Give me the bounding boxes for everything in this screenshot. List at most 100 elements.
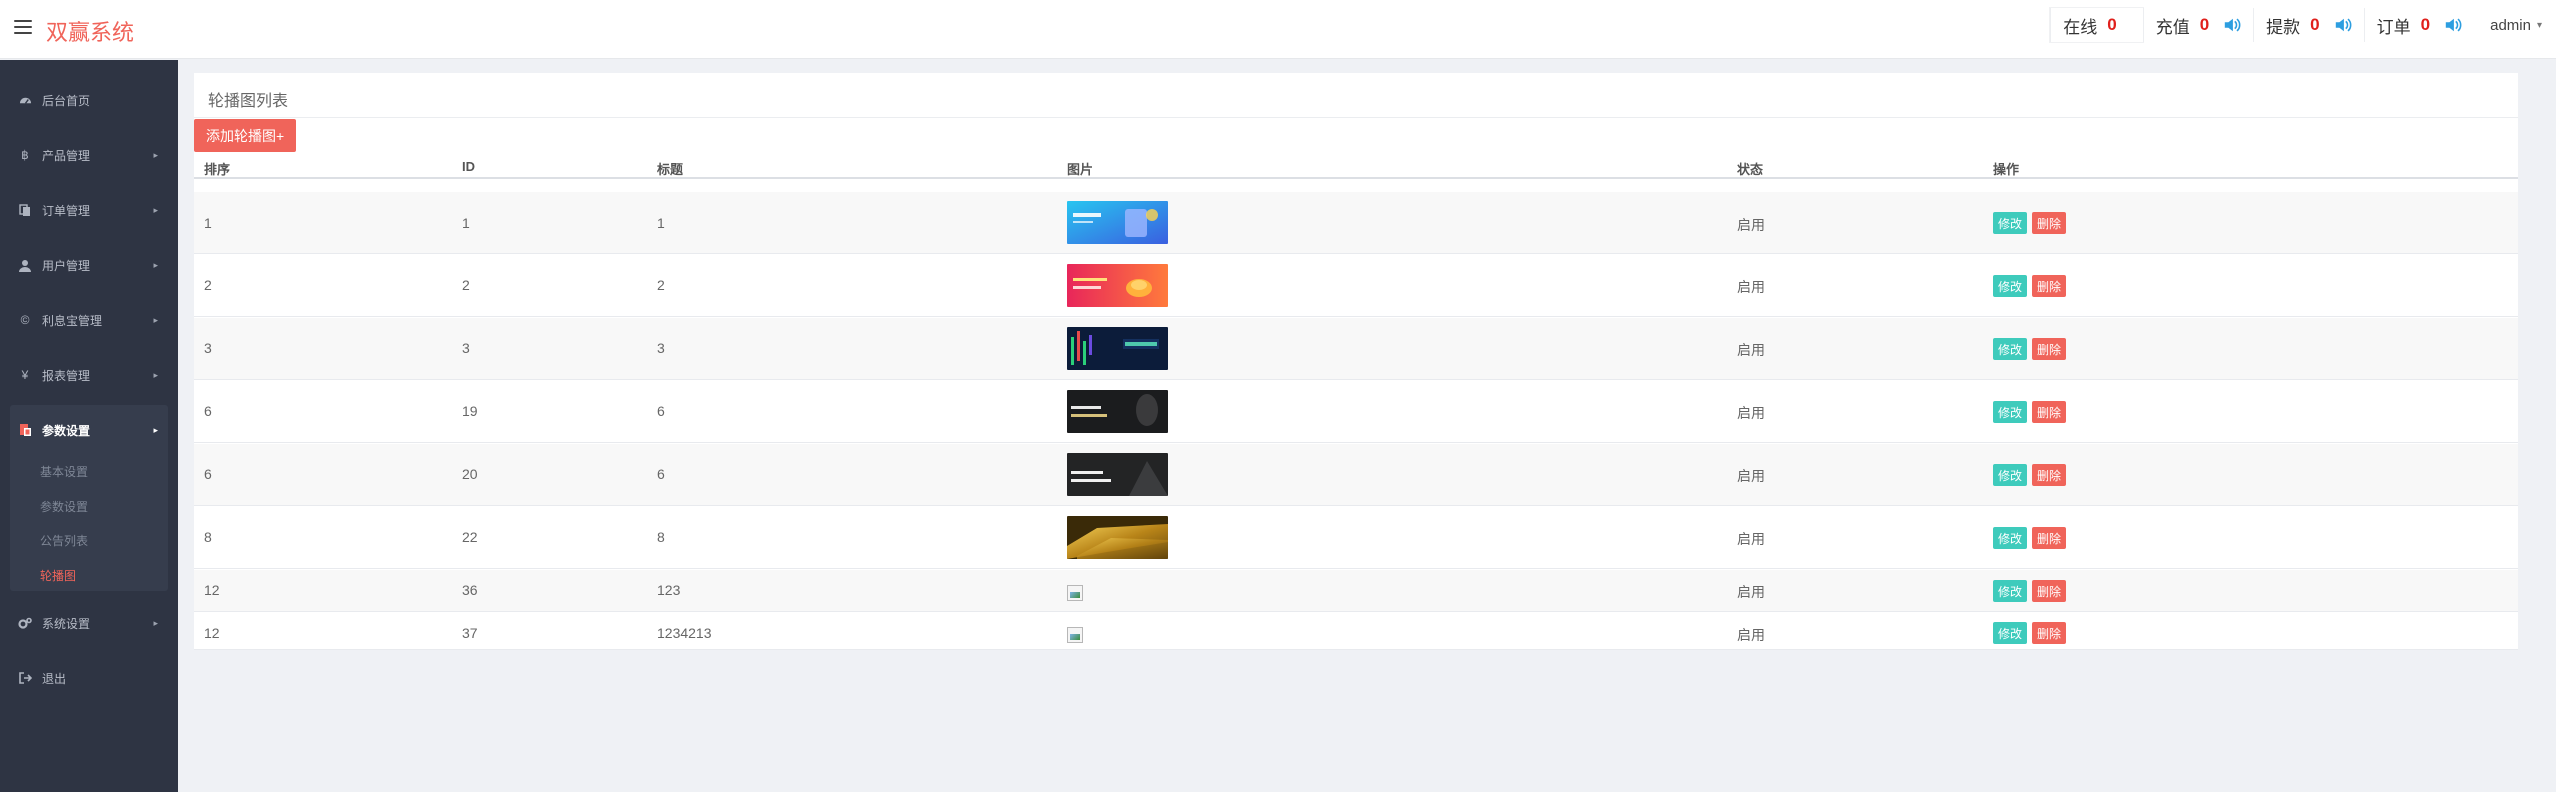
sidebar-item-label: 利息宝管理 [42,313,103,328]
stat-orders[interactable]: 订单 0 [2363,8,2475,42]
cell-id: 1 [462,215,470,231]
cell-title: 2 [657,277,665,293]
delete-button[interactable]: 删除 [2032,580,2067,602]
user-icon [18,258,32,272]
menu-toggle-icon[interactable] [14,20,32,34]
sidebar-subitem-notices[interactable]: 公告列表 [40,532,88,549]
table-header: 排序 ID 标题 图片 状态 操作 [194,159,2518,179]
stat-count: 0 [2199,15,2210,34]
sidebar-item-label: 产品管理 [42,148,91,163]
sidebar-item-params[interactable]: 参数设置 ▸ [0,410,178,450]
sidebar: 后台首页 ฿ 产品管理 ▸ 订单管理 ▸ 用户管理 ▸ © 利息宝管理 ▸ ¥ … [0,60,178,792]
add-carousel-button[interactable]: 添加轮播图+ [194,119,297,152]
banner-thumbnail[interactable] [1067,327,1168,370]
table-row: 3 3 3 启用 修改 删除 [194,318,2518,380]
cell-status: 启用 [1737,627,1765,643]
broken-image-icon[interactable] [1067,585,1083,601]
sidebar-item-label: 报表管理 [42,368,91,383]
sidebar-item-logout[interactable]: 退出 [0,658,178,698]
sidebar-subitem-params[interactable]: 参数设置 [40,498,88,515]
cell-title: 6 [657,403,665,419]
column-header-title: 标题 [657,162,684,177]
banner-thumbnail[interactable] [1067,516,1168,559]
gears-icon [18,616,32,630]
table-row: 12 36 123 启用 修改 删除 [194,570,2518,612]
sidebar-item-interest[interactable]: © 利息宝管理 ▸ [0,300,178,340]
chevron-right-icon: ▸ [153,149,158,160]
sign-out-icon [18,671,32,685]
table-row: 12 37 1234213 启用 修改 删除 [194,613,2518,650]
cell-id: 36 [462,582,478,598]
chevron-right-icon: ▸ [153,259,158,270]
cell-id: 22 [462,529,478,545]
sidebar-item-label: 订单管理 [42,203,91,218]
user-menu[interactable]: admin ▾ [2474,17,2542,34]
edit-button[interactable]: 修改 [1993,401,2028,423]
table-row: 1 1 1 启用 修改 删除 [194,192,2518,254]
stat-recharge[interactable]: 充值 0 [2142,8,2254,42]
cell-id: 20 [462,466,478,482]
panel-title: 轮播图列表 [208,93,289,110]
yen-icon: ¥ [21,368,29,382]
chevron-right-icon: ▸ [153,314,158,325]
edit-button[interactable]: 修改 [1993,464,2028,486]
cell-sort: 12 [204,582,220,598]
chevron-down-icon: ▾ [2536,19,2542,31]
cell-sort: 6 [204,466,212,482]
cell-sort: 1 [204,215,212,231]
table-row: 8 22 8 启用 修改 删除 [194,507,2518,569]
header-stats: 在线 0 充值 0 提款 0 订单 0 admin ▾ [2050,8,2542,42]
stat-withdraw[interactable]: 提款 0 [2253,8,2364,42]
delete-button[interactable]: 删除 [2032,212,2067,234]
delete-button[interactable]: 删除 [2032,622,2067,644]
sidebar-item-reports[interactable]: ¥ 报表管理 ▸ [0,355,178,395]
delete-button[interactable]: 删除 [2032,401,2067,423]
sidebar-subitem-carousel[interactable]: 轮播图 [40,567,76,584]
stat-label: 订单 [2376,17,2411,37]
speaker-icon[interactable] [2223,16,2241,34]
cell-status: 启用 [1737,468,1765,484]
broken-image-icon[interactable] [1067,627,1083,643]
sidebar-item-label: 参数设置 [42,423,91,438]
app-title: 双赢系统 [46,20,135,45]
edit-button[interactable]: 修改 [1993,580,2028,602]
sidebar-item-dashboard[interactable]: 后台首页 [0,80,178,120]
edit-button[interactable]: 修改 [1993,622,2028,644]
table-row: 6 19 6 启用 修改 删除 [194,381,2518,443]
stat-online[interactable]: 在线 0 [2050,8,2143,42]
sidebar-item-products[interactable]: ฿ 产品管理 ▸ [0,135,178,175]
banner-thumbnail[interactable] [1067,201,1168,244]
cell-sort: 12 [204,625,220,641]
copy-icon [18,203,32,217]
sidebar-subitem-basic[interactable]: 基本设置 [40,463,88,480]
delete-button[interactable]: 删除 [2032,275,2067,297]
chevron-right-icon: ▸ [153,617,158,628]
banner-thumbnail[interactable] [1067,390,1168,433]
banner-thumbnail[interactable] [1067,453,1168,496]
banner-thumbnail[interactable] [1067,264,1168,307]
sidebar-item-orders[interactable]: 订单管理 ▸ [0,190,178,230]
column-header-image: 图片 [1067,162,1094,177]
panel-divider [194,117,2518,118]
edit-button[interactable]: 修改 [1993,212,2028,234]
edit-button[interactable]: 修改 [1993,338,2028,360]
table-row: 6 20 6 启用 修改 删除 [194,444,2518,506]
delete-button[interactable]: 删除 [2032,464,2067,486]
cell-title: 8 [657,529,665,545]
sidebar-item-users[interactable]: 用户管理 ▸ [0,245,178,285]
speaker-icon[interactable] [2334,16,2352,34]
edit-button[interactable]: 修改 [1993,275,2028,297]
chevron-right-icon: ▸ [153,204,158,215]
sidebar-item-system[interactable]: 系统设置 ▸ [0,603,178,643]
delete-button[interactable]: 删除 [2032,527,2067,549]
cell-sort: 3 [204,340,212,356]
speaker-icon[interactable] [2444,16,2462,34]
cell-id: 3 [462,340,470,356]
edit-button[interactable]: 修改 [1993,527,2028,549]
cell-status: 启用 [1737,405,1765,421]
column-header-id: ID [462,159,475,174]
delete-button[interactable]: 删除 [2032,338,2067,360]
cell-status: 启用 [1737,342,1765,358]
dashboard-icon [18,93,32,107]
cell-sort: 8 [204,529,212,545]
